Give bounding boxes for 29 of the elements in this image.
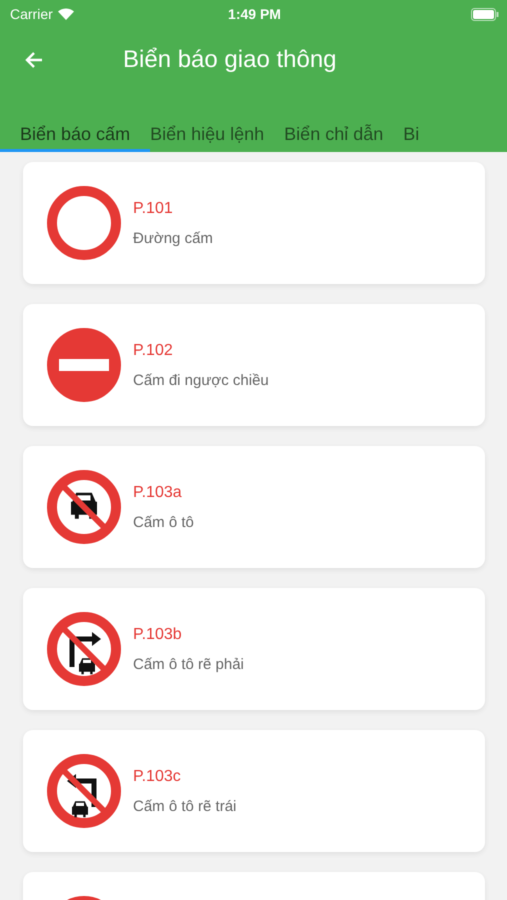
sign-name: Cấm ô tô rẽ phải [133,656,244,672]
sign-name: Cấm ô tô [133,514,194,530]
sign-card[interactable]: P.101 Đường cấm [23,162,485,284]
traffic-sign-icon [47,328,121,402]
traffic-sign-icon [47,612,121,686]
sign-card[interactable]: P.102 Cấm đi ngược chiều [23,304,485,426]
traffic-sign-icon [47,186,121,260]
sign-card[interactable]: P.103c Cấm ô tô rẽ trái [23,730,485,852]
battery-icon [470,8,499,20]
sign-code: P.101 [133,200,174,218]
category-tab[interactable]: Biển báo cấm [0,124,150,152]
sign-card[interactable]: P.103b Cấm ô tô rẽ phải [23,588,485,710]
screen-title: Biển báo giao thông [123,46,337,74]
clock-time: 1:49 PM [228,6,281,22]
traffic-sign-icon [47,470,121,544]
category-tab[interactable]: Bi [403,124,420,152]
sign-code: P.103a [133,484,183,502]
traffic-sign-icon [47,754,121,828]
category-tab[interactable]: Biển hiệu lệnh [150,124,264,152]
category-tab[interactable]: Biển chỉ dẫn [284,124,384,152]
sign-name: Đường cấm [133,230,213,246]
sign-card[interactable]: P.103a Cấm ô tô [23,446,485,568]
wifi-icon [58,8,74,20]
sign-name: Cấm ô tô rẽ trái [133,798,236,814]
sign-code: P.102 [133,342,174,360]
sign-code: P.103c [133,768,182,786]
carrier-label: Carrier [10,6,53,22]
sign-code: P.103b [133,626,183,644]
sign-name: Cấm đi ngược chiều [133,372,269,388]
